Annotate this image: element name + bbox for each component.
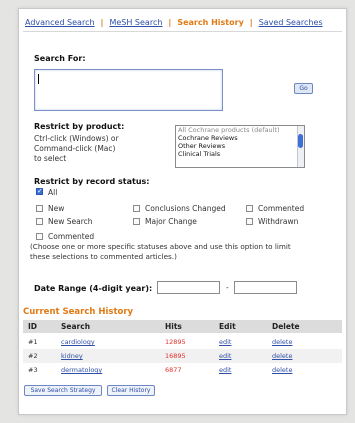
commented-filter-label: Commented bbox=[48, 232, 95, 241]
row-edit-link[interactable]: edit bbox=[219, 338, 231, 346]
row-id: #1 bbox=[28, 338, 38, 346]
table-row: #1 cardiology 12895 edit delete bbox=[23, 335, 342, 349]
listbox-scrollbar[interactable] bbox=[297, 126, 304, 167]
date-separator: - bbox=[226, 283, 229, 292]
header-delete: Delete bbox=[272, 322, 300, 331]
nav-divider bbox=[23, 31, 342, 32]
nav-advanced-search[interactable]: Advanced Search bbox=[25, 18, 95, 27]
new-checkbox[interactable] bbox=[36, 205, 43, 212]
product-option[interactable]: Cochrane Reviews bbox=[176, 134, 304, 142]
top-navigation: Advanced Search | MeSH Search | Search Histo… bbox=[25, 18, 344, 27]
row-hits: 12895 bbox=[165, 338, 186, 346]
row-edit-link[interactable]: edit bbox=[219, 366, 231, 374]
row-search-link[interactable]: kidney bbox=[61, 352, 83, 360]
search-input[interactable] bbox=[34, 69, 223, 111]
major-change-label: Major Change bbox=[145, 217, 197, 226]
nav-search-history[interactable]: Search History bbox=[177, 18, 243, 27]
row-delete-link[interactable]: delete bbox=[272, 338, 292, 346]
date-from-input[interactable] bbox=[157, 281, 220, 294]
commented-filter-checkbox[interactable] bbox=[36, 233, 43, 240]
new-search-label: New Search bbox=[48, 217, 93, 226]
all-checkbox-label: All bbox=[48, 188, 58, 197]
nav-mesh-search[interactable]: MeSH Search bbox=[109, 18, 162, 27]
row-delete-link[interactable]: delete bbox=[272, 366, 292, 374]
header-edit: Edit bbox=[219, 322, 236, 331]
nav-separator: | bbox=[100, 18, 104, 27]
row-search-link[interactable]: cardiology bbox=[61, 338, 95, 346]
new-label: New bbox=[48, 204, 65, 213]
header-search: Search bbox=[61, 322, 91, 331]
status-note-line-1: (Choose one or more specific statuses ab… bbox=[30, 242, 291, 251]
row-hits: 6877 bbox=[165, 366, 182, 374]
row-id: #2 bbox=[28, 352, 38, 360]
search-panel: Advanced Search | MeSH Search | Search Histo… bbox=[18, 8, 347, 415]
product-option[interactable]: All Cochrane products (default) bbox=[176, 126, 304, 134]
conclusions-changed-label: Conclusions Changed bbox=[145, 204, 226, 213]
table-row: #2 kidney 16895 edit delete bbox=[23, 349, 342, 363]
product-select[interactable]: All Cochrane products (default) Cochrane… bbox=[175, 125, 305, 168]
history-title: Current Search History bbox=[23, 307, 134, 317]
header-id: ID bbox=[28, 322, 38, 331]
product-help-line-1: Ctrl-click (Windows) or bbox=[34, 134, 119, 143]
status-note-line-2: these selections to commented articles.) bbox=[30, 252, 177, 261]
table-row: #3 dermatology 6877 edit delete bbox=[23, 363, 342, 377]
text-caret bbox=[38, 74, 39, 84]
withdrawn-checkbox[interactable] bbox=[246, 218, 253, 225]
nav-separator: | bbox=[168, 18, 172, 27]
commented-label: Commented bbox=[258, 204, 305, 213]
nav-separator: | bbox=[249, 18, 253, 27]
product-option[interactable]: Clinical Trials bbox=[176, 150, 304, 158]
new-search-checkbox[interactable] bbox=[36, 218, 43, 225]
search-for-label: Search For: bbox=[34, 54, 86, 63]
product-option[interactable]: Other Reviews bbox=[176, 142, 304, 150]
product-help-line-2: Command-click (Mac) bbox=[34, 144, 116, 153]
product-label: Restrict by product: bbox=[34, 122, 125, 131]
save-search-strategy-button[interactable]: Save Search Strategy bbox=[24, 385, 102, 396]
conclusions-changed-checkbox[interactable] bbox=[133, 205, 140, 212]
withdrawn-label: Withdrawn bbox=[258, 217, 299, 226]
history-header-row: ID Search Hits Edit Delete bbox=[23, 320, 342, 333]
clear-history-button[interactable]: Clear History bbox=[107, 385, 155, 396]
product-help-line-3: to select bbox=[34, 154, 67, 163]
row-id: #3 bbox=[28, 366, 38, 374]
row-edit-link[interactable]: edit bbox=[219, 352, 231, 360]
all-checkbox[interactable] bbox=[36, 187, 43, 195]
date-range-label: Date Range (4-digit year): bbox=[34, 284, 153, 293]
go-button[interactable]: Go bbox=[294, 83, 313, 94]
nav-saved-searches[interactable]: Saved Searches bbox=[259, 18, 323, 27]
commented-checkbox[interactable] bbox=[246, 205, 253, 212]
status-label: Restrict by record status: bbox=[34, 177, 150, 186]
row-hits: 16895 bbox=[165, 352, 186, 360]
date-to-input[interactable] bbox=[234, 281, 297, 294]
header-hits: Hits bbox=[165, 322, 182, 331]
row-delete-link[interactable]: delete bbox=[272, 352, 292, 360]
scroll-thumb[interactable] bbox=[298, 134, 303, 148]
major-change-checkbox[interactable] bbox=[133, 218, 140, 225]
row-search-link[interactable]: dermatology bbox=[61, 366, 102, 374]
